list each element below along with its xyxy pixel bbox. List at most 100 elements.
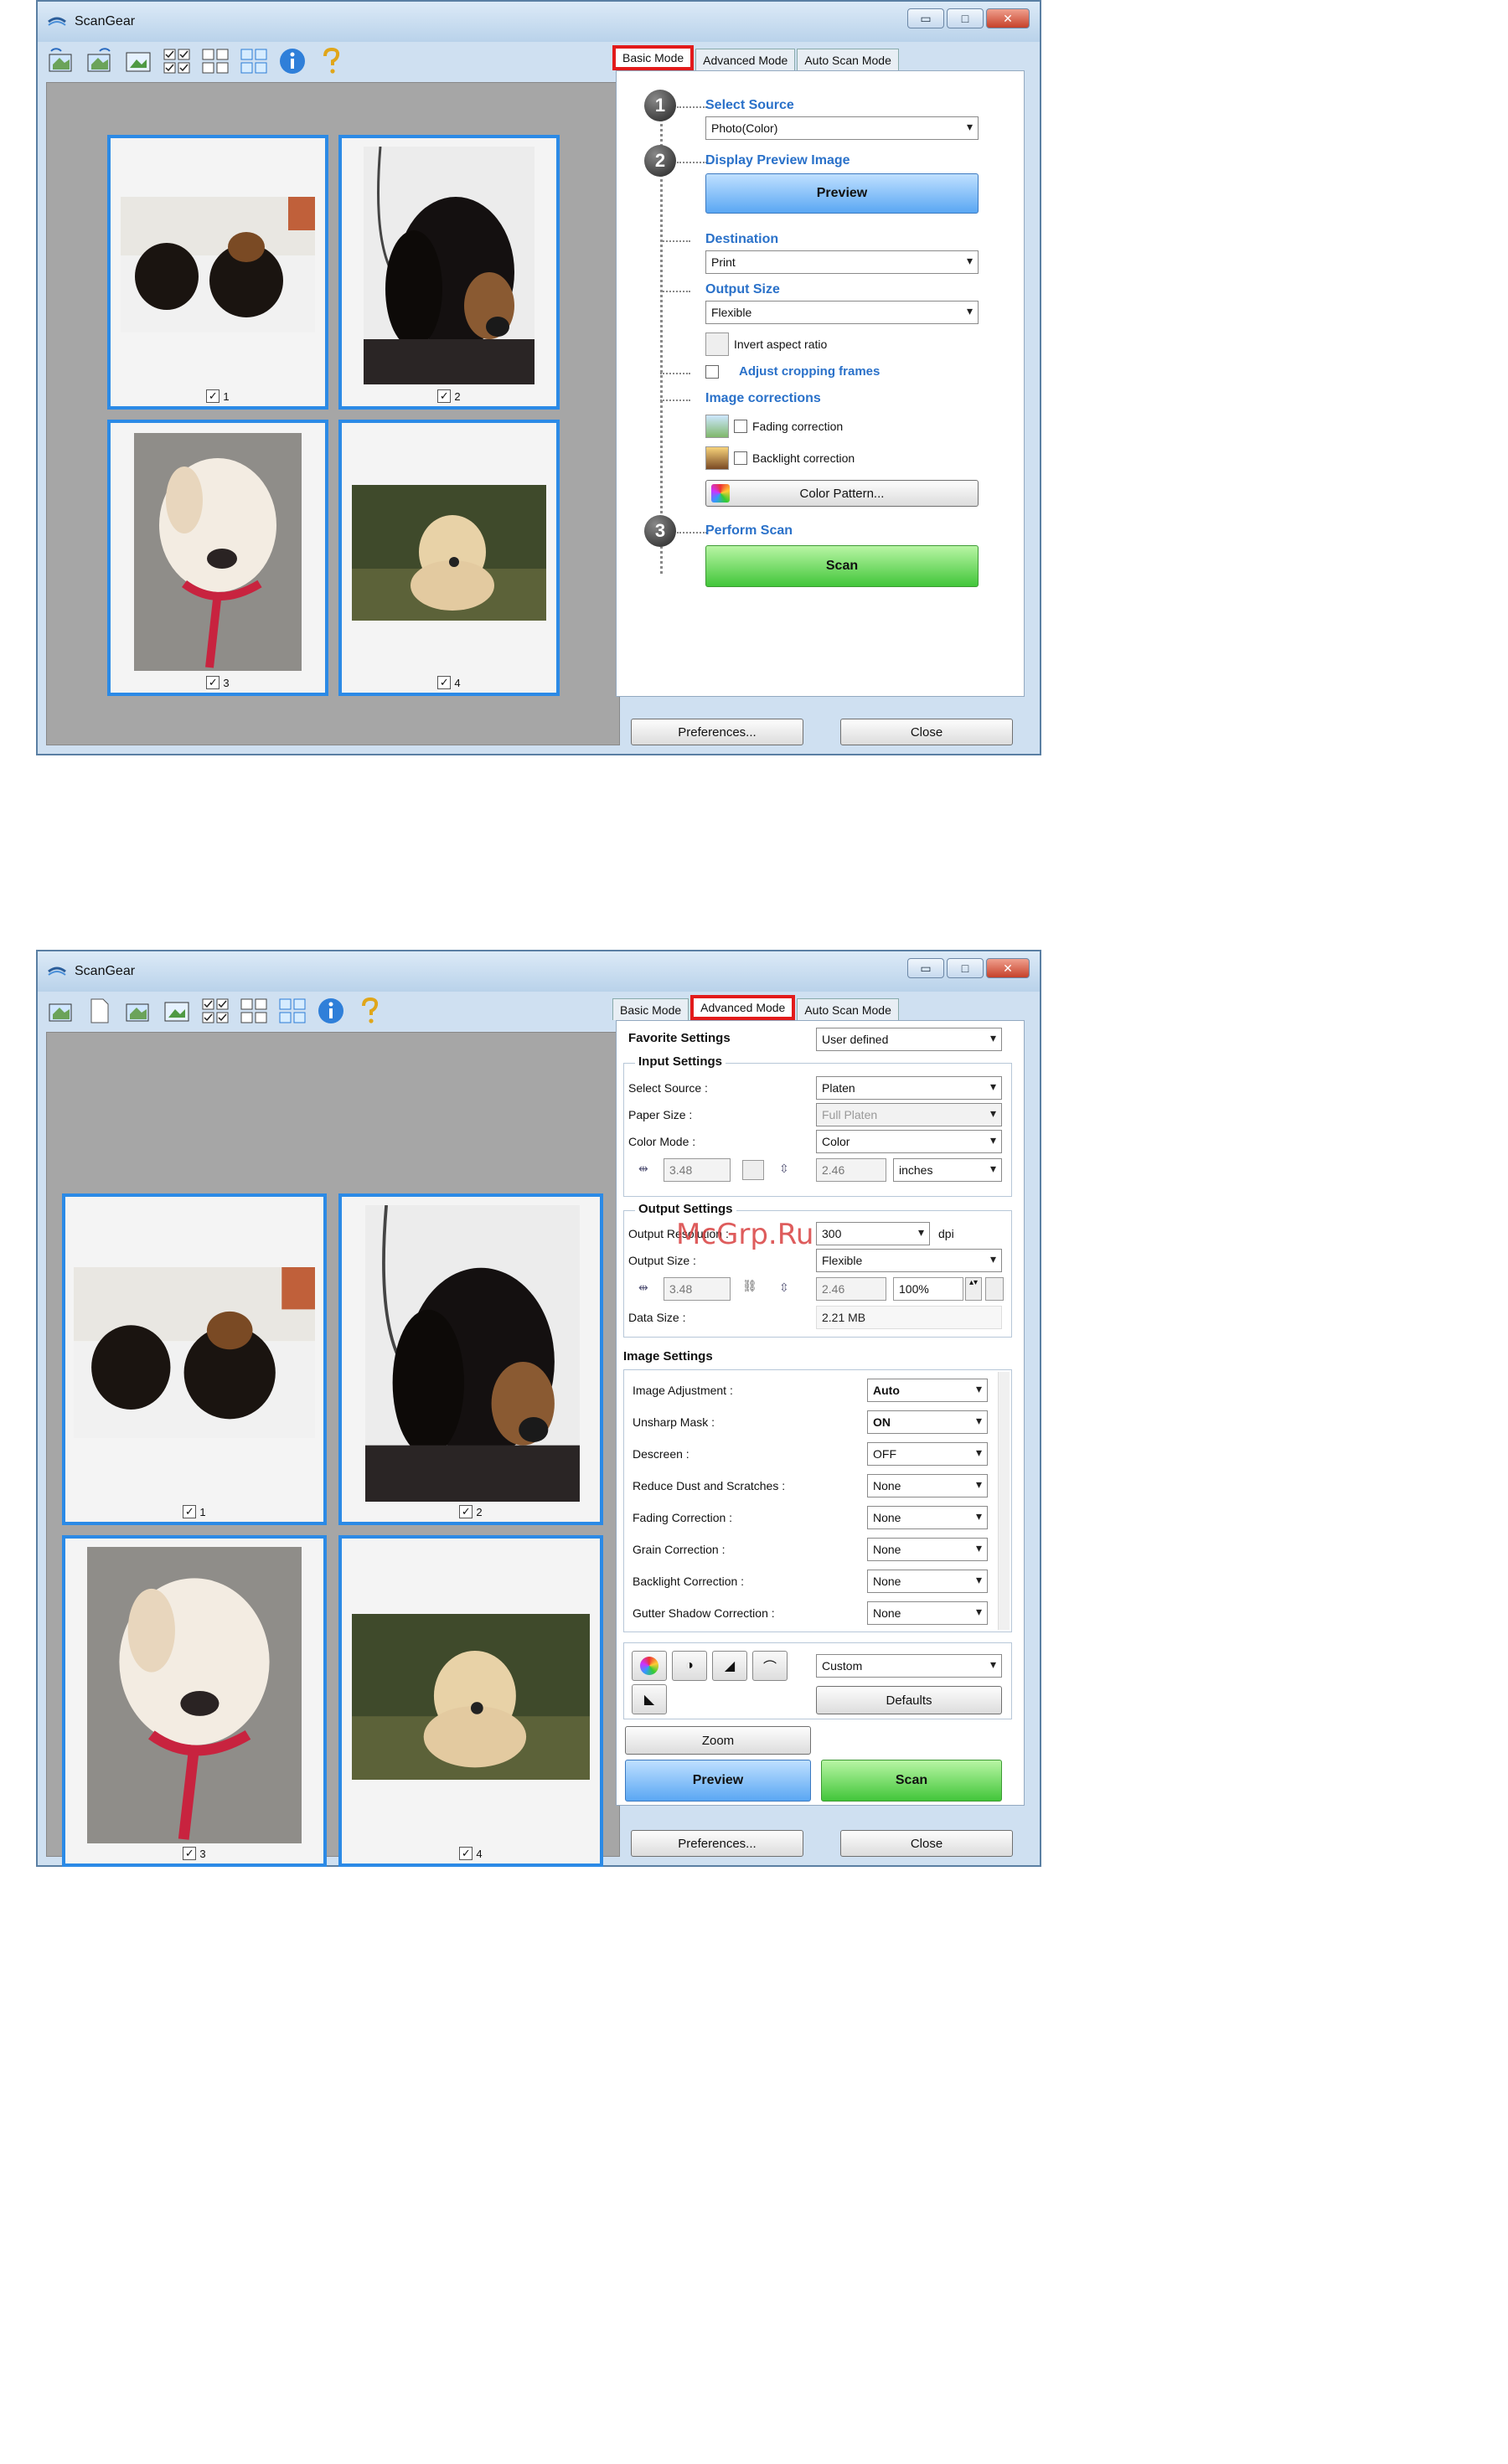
preferences-button[interactable]: Preferences...	[631, 1830, 803, 1857]
brightness-contrast-icon[interactable]: ◑	[672, 1651, 707, 1681]
thumbnail-3[interactable]: ✓ 3	[62, 1535, 327, 1867]
thumbnail-1[interactable]: ✓ 1	[62, 1193, 327, 1525]
input-height-field[interactable]: 2.46	[816, 1158, 886, 1182]
select-source-dropdown[interactable]: Photo(Color)	[705, 116, 979, 140]
preview-area[interactable]: ✓ 1 ✓ 2 ✓ 3 ✓ 4	[46, 82, 620, 745]
image-setting-label: Grain Correction :	[633, 1543, 726, 1556]
color-mode-dropdown[interactable]: Color	[816, 1130, 1002, 1153]
thumbnail-checkbox[interactable]: ✓	[459, 1505, 473, 1518]
maximize-button[interactable]: □	[947, 958, 984, 978]
tab-auto-scan-mode[interactable]: Auto Scan Mode	[797, 49, 899, 70]
thumbnail-checkbox[interactable]: ✓	[437, 389, 452, 403]
zoom-button[interactable]: Zoom	[625, 1726, 811, 1755]
color-pattern-button[interactable]: Color Pattern...	[705, 480, 979, 507]
invert-aspect-icon[interactable]	[705, 332, 729, 356]
color-balance-icon[interactable]	[632, 1651, 667, 1681]
scan-button[interactable]: Scan	[705, 545, 979, 587]
tab-advanced-mode[interactable]: Advanced Mode	[690, 995, 796, 1020]
help-icon[interactable]	[353, 994, 386, 1028]
input-width-field[interactable]: 3.48	[664, 1158, 731, 1182]
title-bar[interactable]: ScanGear ▭ □ ✕	[38, 2, 1040, 42]
reset-scale-icon[interactable]	[985, 1277, 1004, 1301]
fading-correction-dropdown[interactable]: None	[867, 1506, 988, 1529]
scale-field[interactable]: 100%	[893, 1277, 963, 1301]
uncheck-all-icon[interactable]	[237, 994, 271, 1028]
destination-dropdown[interactable]: Print	[705, 250, 979, 274]
defaults-button[interactable]: Defaults	[816, 1686, 1002, 1714]
tab-advanced-mode[interactable]: Advanced Mode	[695, 49, 796, 70]
blank-page-icon[interactable]	[83, 994, 116, 1028]
tab-basic-mode[interactable]: Basic Mode	[612, 45, 695, 70]
preferences-button[interactable]: Preferences...	[631, 719, 803, 745]
descreen-dropdown[interactable]: OFF	[867, 1442, 988, 1466]
info-icon[interactable]	[314, 994, 348, 1028]
maximize-button[interactable]: □	[947, 8, 984, 28]
thumbnail-4[interactable]: ✓ 4	[338, 420, 560, 696]
auto-crop-icon[interactable]	[160, 994, 194, 1028]
thumbnail-checkbox[interactable]: ✓	[459, 1847, 473, 1860]
rotate-right-icon[interactable]	[121, 994, 155, 1028]
histogram-icon[interactable]: ◢	[712, 1651, 747, 1681]
backlight-correction-checkbox[interactable]	[734, 451, 747, 465]
thumbnail-checkbox[interactable]: ✓	[183, 1505, 197, 1518]
check-all-icon[interactable]	[199, 994, 232, 1028]
help-icon[interactable]	[314, 44, 348, 78]
view-toggle-icon[interactable]	[276, 994, 309, 1028]
gutter-shadow-dropdown[interactable]: None	[867, 1601, 988, 1625]
adjust-cropping-checkbox[interactable]	[705, 364, 719, 379]
thumbnail-checkbox[interactable]: ✓	[206, 676, 220, 689]
backlight-correction-dropdown[interactable]: None	[867, 1570, 988, 1593]
scan-button[interactable]: Scan	[821, 1760, 1002, 1802]
minimize-button[interactable]: ▭	[907, 8, 944, 28]
uncheck-all-icon[interactable]	[199, 44, 232, 78]
thumbnail-2[interactable]: ✓ 2	[338, 1193, 603, 1525]
close-button[interactable]: Close	[840, 719, 1013, 745]
select-source-dropdown[interactable]: Platen	[816, 1076, 1002, 1100]
output-height-field[interactable]: 2.46	[816, 1277, 886, 1301]
thumbnail-2[interactable]: ✓ 2	[338, 135, 560, 410]
check-all-icon[interactable]	[160, 44, 194, 78]
unit-dropdown[interactable]: inches	[893, 1158, 1002, 1182]
tab-basic-mode[interactable]: Basic Mode	[612, 998, 689, 1020]
fading-correction-row: Fading Correction : None	[633, 1504, 993, 1533]
rotate-right-icon[interactable]	[83, 44, 116, 78]
view-toggle-icon[interactable]	[237, 44, 271, 78]
close-window-button[interactable]: ✕	[986, 958, 1030, 978]
image-adjustment-dropdown[interactable]: Auto	[867, 1379, 988, 1402]
close-button[interactable]: Close	[840, 1830, 1013, 1857]
rotate-left-icon[interactable]	[44, 994, 78, 1028]
image-setting-label: Reduce Dust and Scratches :	[633, 1479, 786, 1492]
aspect-lock-icon[interactable]	[742, 1160, 764, 1180]
scale-stepper[interactable]: ▴▾	[965, 1277, 982, 1301]
output-size-dropdown[interactable]: Flexible	[705, 301, 979, 324]
final-review-icon[interactable]: ◣	[632, 1684, 667, 1714]
grain-correction-dropdown[interactable]: None	[867, 1538, 988, 1561]
unsharp-mask-dropdown[interactable]: ON	[867, 1410, 988, 1434]
output-resolution-dropdown[interactable]: 300	[816, 1222, 930, 1245]
tone-preset-dropdown[interactable]: Custom	[816, 1654, 1002, 1678]
unsharp-mask-row: Unsharp Mask : ON	[633, 1409, 993, 1437]
minimize-button[interactable]: ▭	[907, 958, 944, 978]
title-bar[interactable]: ScanGear ▭ □ ✕	[38, 951, 1040, 992]
auto-crop-icon[interactable]	[121, 44, 155, 78]
thumbnail-checkbox[interactable]: ✓	[437, 676, 452, 689]
thumbnail-checkbox[interactable]: ✓	[183, 1847, 197, 1860]
image-settings-scrollbar[interactable]	[998, 1372, 1010, 1630]
info-icon[interactable]	[276, 44, 309, 78]
thumbnail-4[interactable]: ✓ 4	[338, 1535, 603, 1867]
preview-area[interactable]: ✓ 1 ✓ 2 ✓ 3 ✓ 4	[46, 1032, 620, 1867]
reduce-dust-dropdown[interactable]: None	[867, 1474, 988, 1497]
tone-curve-icon[interactable]: ⌒	[752, 1651, 788, 1681]
thumbnail-1[interactable]: ✓ 1	[107, 135, 328, 410]
favorite-settings-dropdown[interactable]: User defined	[816, 1028, 1002, 1051]
tab-auto-scan-mode[interactable]: Auto Scan Mode	[797, 998, 899, 1020]
thumbnail-3[interactable]: ✓ 3	[107, 420, 328, 696]
fading-correction-checkbox[interactable]	[734, 420, 747, 433]
thumbnail-checkbox[interactable]: ✓	[206, 389, 220, 403]
preview-button[interactable]: Preview	[625, 1760, 811, 1802]
output-width-field[interactable]: 3.48	[664, 1277, 731, 1301]
output-size-dropdown[interactable]: Flexible	[816, 1249, 1002, 1272]
close-window-button[interactable]: ✕	[986, 8, 1030, 28]
rotate-left-icon[interactable]	[44, 44, 78, 78]
preview-button[interactable]: Preview	[705, 173, 979, 214]
